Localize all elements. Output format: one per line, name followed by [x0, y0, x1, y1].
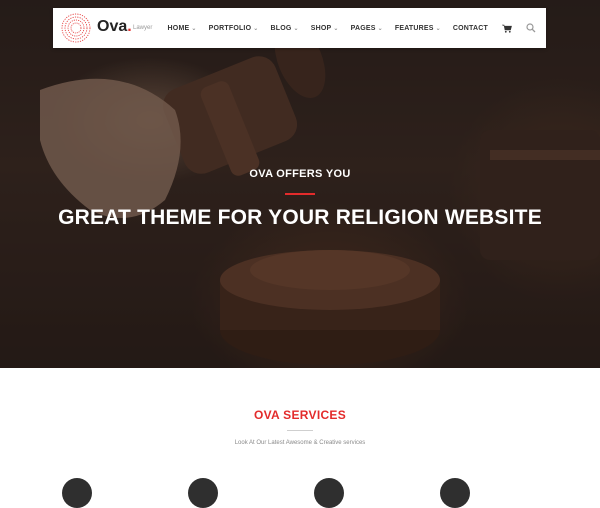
- search-button[interactable]: [526, 23, 536, 33]
- nav-item-contact[interactable]: CONTACT: [453, 25, 488, 32]
- nav-item-label: SHOP: [310, 24, 332, 32]
- brand-tagline: Lawyer: [133, 25, 153, 31]
- nav-item-label: FEATURES: [394, 24, 434, 32]
- nav-item-blog[interactable]: BLOG ⌄: [270, 25, 298, 32]
- nav-item-shop[interactable]: SHOP ⌄: [311, 25, 339, 32]
- brand-name-text: Ova: [97, 18, 128, 35]
- service-icon-3[interactable]: [314, 478, 344, 508]
- service-icon-2[interactable]: [188, 478, 218, 508]
- brand-name[interactable]: Ova.: [97, 18, 132, 36]
- chevron-down-icon: ⌄: [191, 25, 197, 32]
- services-heading: OVA SERVICES: [253, 408, 347, 422]
- nav-item-label: PORTFOLIO: [208, 24, 252, 32]
- nav-item-label: BLOG: [270, 24, 292, 32]
- nav-item-label: PAGES: [350, 24, 376, 32]
- brand-dot: .: [127, 18, 132, 35]
- chevron-down-icon: ⌄: [333, 25, 339, 32]
- service-icon-1[interactable]: [62, 478, 92, 508]
- nav-item-pages[interactable]: PAGES ⌄: [351, 25, 383, 32]
- hero-subtitle: OVA OFFERS YOU: [249, 168, 351, 180]
- service-icon-4[interactable]: [440, 478, 470, 508]
- chevron-down-icon: ⌄: [293, 25, 299, 32]
- main-navigation: HOME ⌄ PORTFOLIO ⌄ BLOG ⌄ SHOP ⌄ PAGES ⌄…: [156, 8, 536, 48]
- hero-accent-divider: [285, 193, 315, 195]
- nav-item-portfolio[interactable]: PORTFOLIO ⌄: [209, 25, 259, 32]
- nav-item-features[interactable]: FEATURES ⌄: [395, 25, 441, 32]
- site-header: Ova. Lawyer HOME ⌄ PORTFOLIO ⌄ BLOG ⌄ SH…: [53, 8, 546, 48]
- services-description: Look At Our Latest Awesome & Creative se…: [234, 440, 366, 446]
- nav-item-label: HOME: [167, 24, 190, 32]
- nav-item-home[interactable]: HOME ⌄: [168, 25, 197, 32]
- logo-icon[interactable]: [61, 13, 91, 43]
- chevron-down-icon: ⌄: [377, 25, 383, 32]
- hero-dark-overlay: [0, 0, 600, 368]
- cart-button[interactable]: [502, 23, 512, 33]
- chevron-down-icon: ⌄: [435, 25, 441, 32]
- hero-banner: OVA OFFERS YOU GREAT THEME FOR YOUR RELI…: [0, 0, 600, 368]
- chevron-down-icon: ⌄: [253, 25, 259, 32]
- nav-item-label: CONTACT: [452, 24, 488, 32]
- hero-title: GREAT THEME FOR YOUR RELIGION WEBSITE: [58, 206, 542, 229]
- search-icon: [526, 23, 536, 33]
- services-divider: [287, 430, 313, 431]
- cart-icon: [502, 24, 512, 33]
